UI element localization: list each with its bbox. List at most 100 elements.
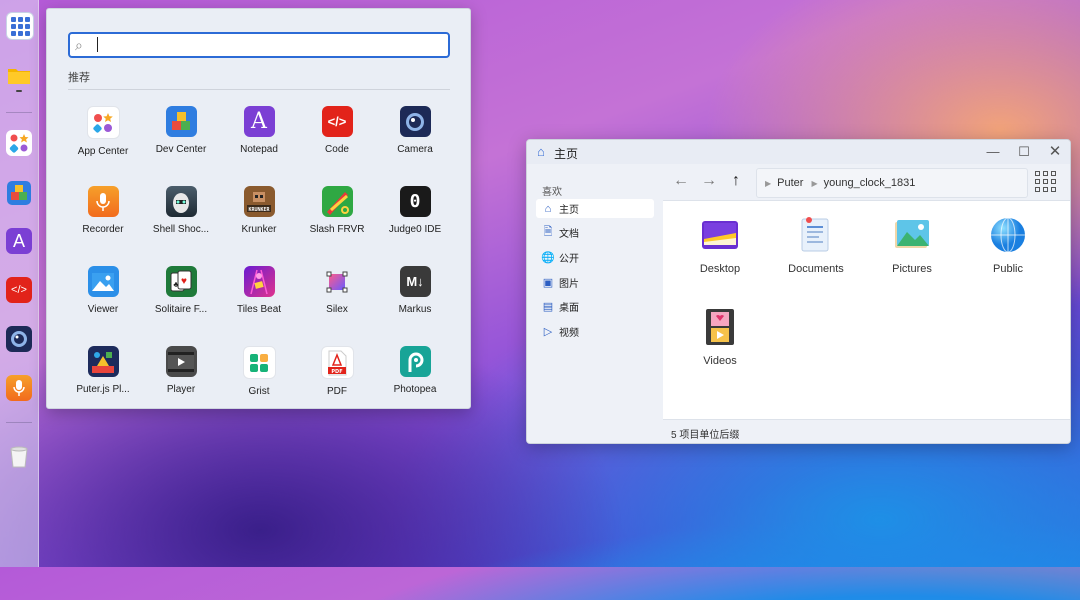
back-button[interactable]: ← — [671, 171, 691, 191]
dock: A </> — [0, 0, 39, 567]
status-bar: 5 项目单位后缀 — [663, 419, 1070, 443]
app-tile-viewer[interactable]: Viewer — [64, 266, 142, 346]
up-button[interactable]: ↑ — [726, 171, 746, 191]
app-tile-slash-frvr[interactable]: Slash FRVR — [298, 186, 376, 266]
code-dock-button[interactable]: </> — [6, 277, 32, 303]
app-tile-app-center[interactable]: App Center — [64, 106, 142, 186]
folder-item-pictures[interactable]: Pictures — [872, 215, 952, 275]
window-titlebar[interactable]: ⌂ 主页 — ☐ ✕ — [527, 140, 1070, 164]
app-tile-silex[interactable]: Silex — [298, 266, 376, 346]
video-player-icon — [165, 346, 197, 377]
sidebar-item-desktop[interactable]: ▤ 桌面 — [536, 297, 654, 316]
trash-icon — [10, 446, 28, 468]
explorer-sidebar: 喜欢 ⌂ 主页 🗎 文档 🌐 公开 ▣ 图片 ▤ 桌面 ▷ 视频 — [527, 164, 663, 443]
sidebar-item-label: 图片 — [559, 279, 579, 290]
app-tile-camera[interactable]: Camera — [376, 106, 454, 186]
svg-text:♣: ♣ — [173, 280, 179, 289]
app-launcher-button[interactable] — [6, 12, 34, 40]
sidebar-item-public[interactable]: 🌐 公开 — [536, 248, 654, 267]
files-dock-button[interactable] — [6, 62, 32, 88]
document-icon: 🗎 — [543, 226, 553, 238]
breadcrumb-item[interactable]: Puter — [777, 177, 803, 189]
app-tile-krunker[interactable]: KRUNKER Krunker — [220, 186, 298, 266]
window-title: 主页 — [554, 147, 579, 161]
dev-center-dock-button[interactable] — [6, 180, 32, 206]
sidebar-item-videos[interactable]: ▷ 视频 — [536, 322, 654, 341]
app-tile-photopea[interactable]: Photopea — [376, 346, 454, 426]
app-center-dock-button[interactable] — [6, 130, 32, 156]
recorder-dock-button[interactable] — [6, 375, 32, 401]
close-button[interactable]: ✕ — [1044, 142, 1066, 162]
app-label: Puter.js Pl... — [76, 384, 130, 395]
maximize-button[interactable]: ☐ — [1013, 142, 1035, 162]
tiles-beat-icon — [243, 266, 275, 297]
app-label: Shell Shoc... — [152, 224, 210, 235]
app-tile-code[interactable]: </> Code — [298, 106, 376, 186]
microphone-icon — [13, 380, 25, 396]
videos-folder-icon — [700, 307, 740, 347]
markdown-icon: M↓ — [399, 266, 431, 297]
microphone-icon — [87, 186, 119, 217]
pictures-folder-icon — [892, 215, 932, 255]
sidebar-item-pictures[interactable]: ▣ 图片 — [536, 273, 654, 292]
krunker-icon: KRUNKER — [243, 186, 275, 217]
search-icon: ⌕ — [75, 37, 83, 53]
app-tile-dev-center[interactable]: Dev Center — [142, 106, 220, 186]
shell-shockers-icon — [165, 186, 197, 217]
app-label: Krunker — [241, 224, 277, 235]
sidebar-item-label: 文档 — [559, 229, 579, 240]
monitor-icon: ▤ — [542, 301, 554, 313]
notepad-dock-button[interactable]: A — [6, 228, 32, 254]
folder-icon — [8, 69, 30, 84]
puterjs-playground-icon — [87, 346, 119, 377]
trash-dock-button[interactable] — [6, 444, 32, 470]
file-label: Videos — [703, 355, 737, 367]
folder-item-documents[interactable]: Documents — [776, 215, 856, 275]
sidebar-item-documents[interactable]: 🗎 文档 — [536, 223, 654, 242]
view-toggle-button[interactable] — [1033, 169, 1057, 193]
app-label: Silex — [326, 304, 348, 315]
app-tile-shell-shockers[interactable]: Shell Shoc... — [142, 186, 220, 266]
svg-text:♥: ♥ — [181, 276, 187, 287]
notepad-icon: A — [243, 106, 275, 137]
app-grid: App Center Dev Center A Notepad </> Code… — [64, 106, 454, 426]
app-label: Camera — [397, 144, 433, 155]
folder-item-videos[interactable]: Videos — [680, 307, 760, 367]
silex-icon — [322, 266, 353, 297]
app-tile-puterjs-playground[interactable]: Puter.js Pl... — [64, 346, 142, 426]
folder-item-desktop[interactable]: Desktop — [680, 215, 760, 275]
app-label: Photopea — [393, 384, 437, 395]
breadcrumb-item[interactable]: young_clock_1831 — [824, 177, 916, 189]
judge0-icon: 0 — [399, 186, 431, 217]
app-tile-solitaire[interactable]: ♥ ♣ Solitaire F... — [142, 266, 220, 346]
launcher-search-box[interactable]: ⌕ — [68, 32, 450, 58]
minimize-button[interactable]: — — [982, 142, 1004, 162]
sidebar-item-label: 主页 — [559, 205, 579, 216]
slash-frvr-icon — [321, 186, 353, 217]
app-tile-recorder[interactable]: Recorder — [64, 186, 142, 266]
sidebar-item-home[interactable]: ⌂ 主页 — [536, 199, 654, 218]
folder-item-public[interactable]: Public — [968, 215, 1048, 275]
app-tile-notepad[interactable]: A Notepad — [220, 106, 298, 186]
favorites-label: 喜欢 — [542, 187, 562, 198]
app-label: App Center — [77, 146, 129, 157]
app-tile-pdf[interactable]: PDF PDF — [298, 346, 376, 426]
forward-button[interactable]: → — [699, 171, 719, 191]
app-tile-tiles-beat[interactable]: Tiles Beat — [220, 266, 298, 346]
app-label: Judge0 IDE — [388, 224, 442, 235]
camera-dock-button[interactable] — [6, 326, 32, 352]
app-label: PDF — [327, 386, 347, 397]
pdf-icon: PDF — [320, 346, 354, 379]
app-label: Markus — [398, 304, 432, 315]
launcher-search-input[interactable] — [100, 34, 444, 56]
breadcrumb: ▶ Puter ▶ young_clock_1831 — [756, 168, 1028, 198]
home-icon: ⌂ — [544, 202, 552, 215]
app-tile-judge0[interactable]: 0 Judge0 IDE — [376, 186, 454, 266]
app-tile-markus[interactable]: M↓ Markus — [376, 266, 454, 346]
explorer-navbar: ← → ↑ ▶ Puter ▶ young_clock_1831 — [663, 164, 1070, 201]
app-tile-player[interactable]: Player — [142, 346, 220, 426]
app-tile-grist[interactable]: Grist — [220, 346, 298, 426]
code-icon: </> — [11, 284, 27, 296]
app-label: Slash FRVR — [309, 224, 365, 235]
home-icon: ⌂ — [537, 144, 545, 159]
